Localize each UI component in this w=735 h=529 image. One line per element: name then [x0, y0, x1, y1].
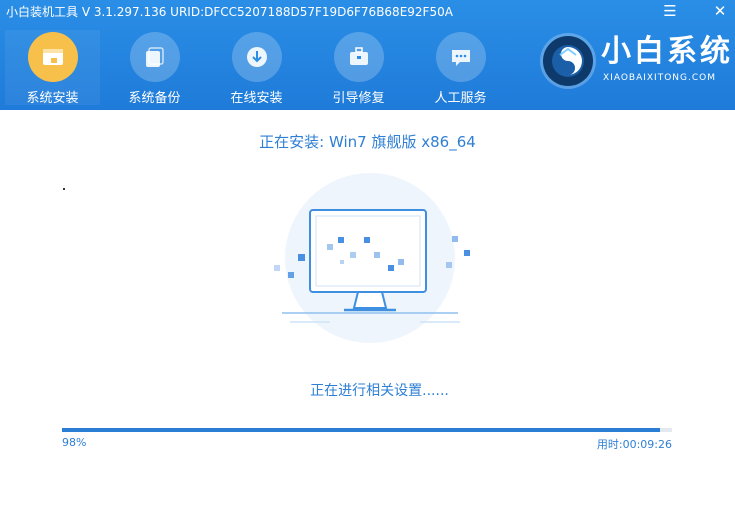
close-button[interactable]: ✕	[710, 2, 730, 20]
brand-domain: XIAOBAIXITONG.COM	[603, 73, 716, 83]
stray-dot	[63, 188, 65, 190]
window-icon	[27, 32, 78, 82]
menu-button[interactable]: ☰	[660, 2, 680, 20]
nav-label: 在线安装	[230, 91, 283, 106]
chat-icon	[435, 32, 486, 82]
install-title: 正在安装: Win7 旗舰版 x86_64	[259, 133, 476, 151]
nav-system-install[interactable]: 系统安装	[5, 30, 100, 106]
installing-illustration	[270, 170, 470, 355]
progress-percent: 98%	[62, 436, 87, 449]
backup-icon	[129, 32, 180, 82]
download-icon	[231, 32, 282, 82]
logo-icon	[543, 36, 593, 86]
install-status: 正在进行相关设置......	[310, 383, 449, 399]
app-header: 小白装机工具 V 3.1.297.136 URID:DFCC5207188D57…	[0, 0, 735, 110]
nav-label: 系统备份	[128, 91, 181, 106]
nav-boot-repair[interactable]: 引导修复	[311, 30, 406, 106]
nav-label: 人工服务	[434, 91, 487, 106]
toolbox-icon	[333, 32, 384, 82]
progress-bar	[62, 428, 672, 432]
elapsed-time: 用时:00:09:26	[596, 438, 672, 451]
nav-label: 引导修复	[332, 91, 385, 106]
nav-system-backup[interactable]: 系统备份	[107, 30, 202, 106]
window-title: 小白装机工具 V 3.1.297.136 URID:DFCC5207188D57…	[6, 5, 453, 19]
progress-fill	[62, 428, 660, 432]
brand: 小白系统 XIAOBAIXITONG.COM	[535, 28, 730, 98]
nav-manual-service[interactable]: 人工服务	[413, 30, 508, 106]
nav-online-install[interactable]: 在线安装	[209, 30, 304, 106]
nav-label: 系统安装	[26, 91, 79, 106]
brand-name: 小白系统	[601, 34, 733, 69]
